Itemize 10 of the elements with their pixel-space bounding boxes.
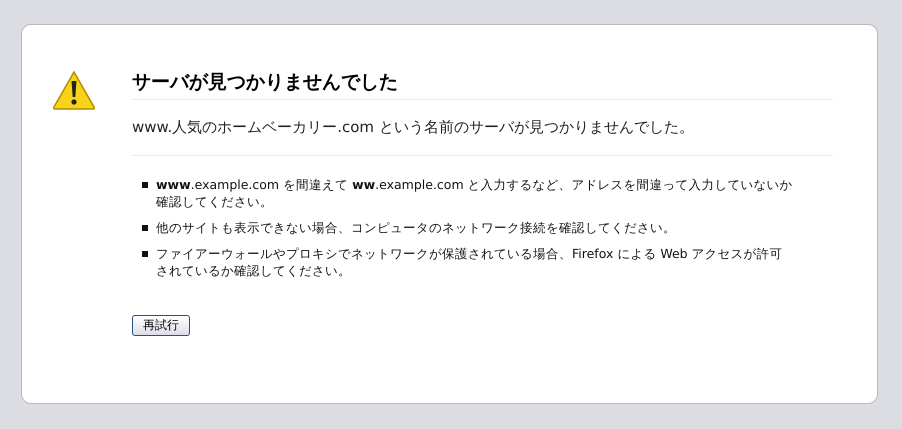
suggestion-text: ファイアーウォールやプロキシでネットワークが保護されている場合、Firefox による Web アクセスが許可されているか確認してください。 <box>156 245 784 279</box>
bullet-icon <box>142 182 148 188</box>
suggestion-text: 他のサイトも表示できない場合、コンピュータのネットワーク接続を確認してください。 <box>156 219 676 236</box>
error-title: サーバが見つかりませんでした <box>132 69 833 100</box>
error-message: www.人気のホームベーカリー.com という名前のサーバが見つかりませんでした。 <box>132 100 833 156</box>
suggestion-text: www.example.com を間違えて ww.example.com と入力するなど、アドレスを間違って入力していないか確認してください。 <box>156 176 793 210</box>
retry-button[interactable]: 再試行 <box>132 315 190 336</box>
warning-icon <box>52 70 96 110</box>
bullet-icon <box>142 225 148 231</box>
bullet-icon <box>142 251 148 257</box>
